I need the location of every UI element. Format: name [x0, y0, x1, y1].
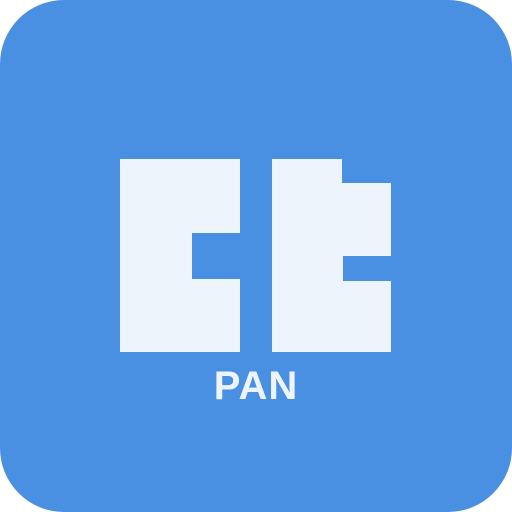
- app-icon[interactable]: PAN: [0, 0, 512, 512]
- logo-mark-icon: [120, 159, 391, 352]
- logo-left-block: [120, 159, 240, 352]
- logo-shapes: [120, 159, 391, 352]
- logo-right-block: [272, 159, 391, 352]
- app-name-label: PAN: [213, 364, 299, 408]
